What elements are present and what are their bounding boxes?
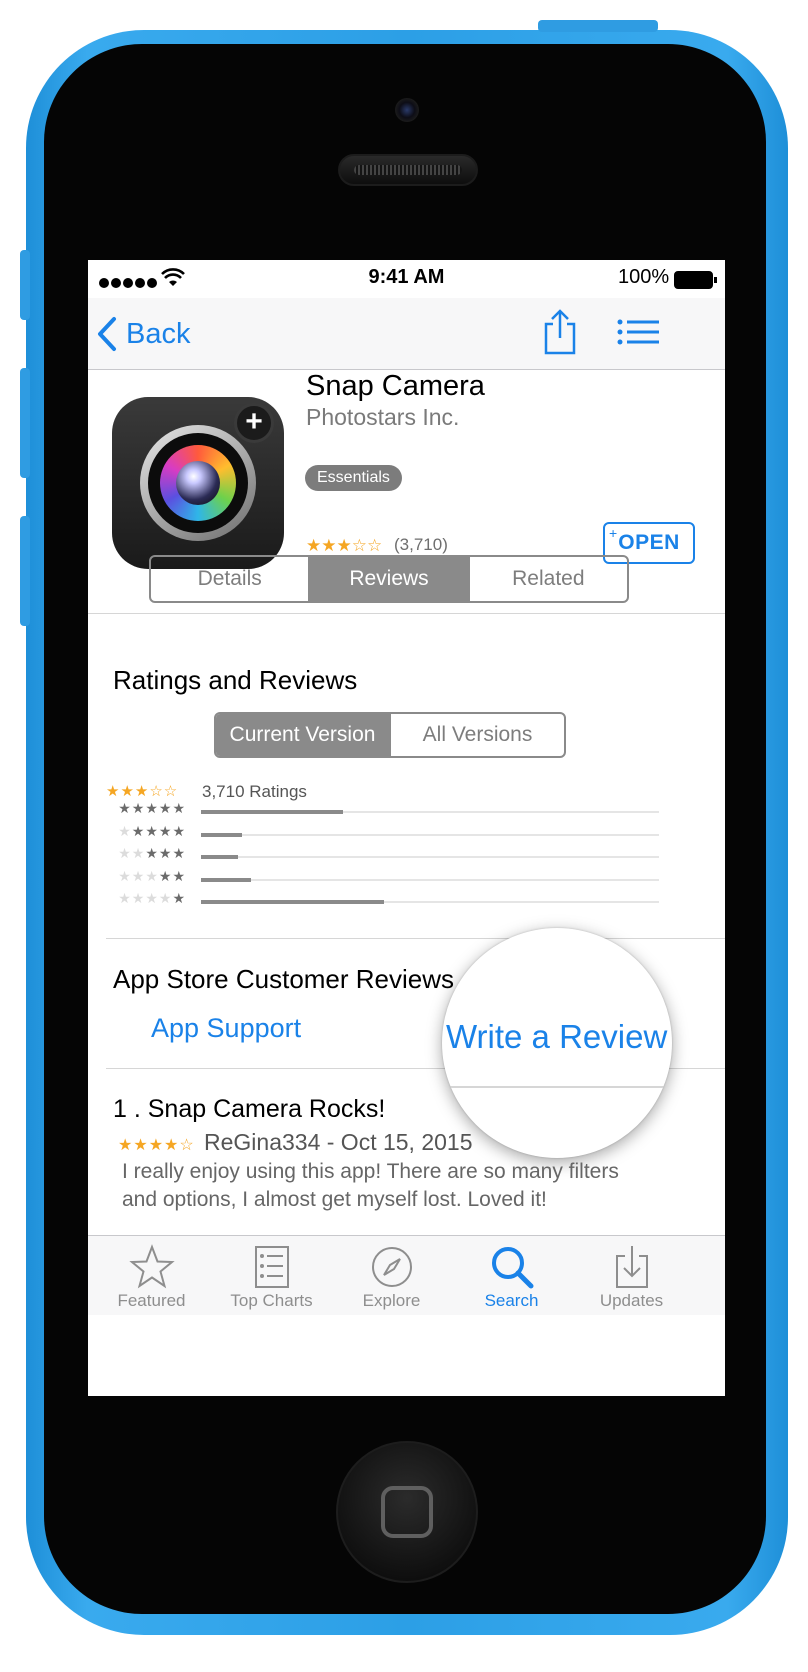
tab-search-label: Search [484,1291,539,1310]
battery-icon [674,270,718,296]
histogram-track [201,877,659,882]
tab-featured-label: Featured [117,1291,186,1310]
tab-bar: Featured Top Charts Explore Search Updat… [88,1235,725,1315]
tab-top-charts-label: Top Charts [230,1291,313,1310]
magnifier-divider [442,1086,672,1088]
app-rating-count: (3,710) [394,535,448,554]
customer-reviews-heading: App Store Customer Reviews [113,964,455,994]
back-button[interactable]: Back [96,312,206,356]
ratings-total: 3,710 Ratings [202,782,307,801]
write-review-button[interactable]: Write a Review [446,1018,672,1056]
tab-all-versions[interactable]: All Versions [389,714,564,756]
essentials-badge: Essentials [305,465,402,491]
ringer-switch [20,250,30,320]
tab-updates-label: Updates [599,1291,664,1310]
histogram-row-4-star: ★★★★★ [106,822,666,845]
histogram-row-1-star: ★★★★★ [106,890,666,912]
tab-updates[interactable]: Updates [568,1236,695,1316]
histogram-row-3-star: ★★★★★ [106,845,666,867]
histogram-bar [201,877,252,882]
histogram-track [201,810,659,814]
review-stars: ★★★★☆ [118,1137,195,1154]
overall-stars: ★★★☆☆ [106,783,179,800]
app-developer[interactable]: Photostars Inc. [306,404,459,431]
tab-top-charts[interactable]: Top Charts [208,1236,335,1316]
navigation-bar: Back [88,298,725,370]
back-label: Back [126,318,191,350]
download-icon [616,1246,648,1288]
review-body-line-1: I really enjoy using this app! There are… [122,1160,619,1183]
histogram-track [201,900,659,904]
tab-related[interactable]: Related [467,557,627,601]
star-icon [129,1244,175,1289]
histogram-row-5-star: ★★★★★ [106,800,666,822]
open-plus: + [609,525,618,541]
histogram-row-2-star: ★★★★★ [106,867,666,890]
tab-search[interactable]: Search [448,1236,575,1316]
review-author-date: ReGina334 - Oct 15, 2015 [204,1129,473,1155]
volume-down-button [20,516,30,626]
histogram-bar [201,810,343,814]
chevron-left-icon [98,317,116,351]
histogram-stars: ★★★★★ [118,890,186,906]
histogram-stars: ★★★★★ [118,845,186,861]
version-tabs: Current Version All Versions [214,712,566,758]
ratings-divider [106,938,725,939]
histogram-stars: ★★★★★ [118,822,186,839]
plus-icon: + [234,403,274,443]
histogram-stars: ★★★★★ [118,867,186,884]
histogram-track [201,855,659,859]
review-body-line-2: and options, I almost get myself lost. L… [122,1188,547,1211]
histogram-bar [201,832,243,837]
review-title: 1 . Snap Camera Rocks! [113,1095,386,1123]
list-menu-icon[interactable] [616,318,660,353]
histogram-bar [201,900,385,904]
write-review-magnifier: Write a Review [442,928,672,1158]
header-divider [88,613,725,614]
compass-icon [372,1247,412,1287]
status-bar: 9:41 AM 100% [88,260,725,298]
ratings-heading: Ratings and Reviews [113,665,358,695]
open-label: OPEN [618,531,680,554]
tab-featured[interactable]: Featured [88,1236,215,1316]
histogram-stars: ★★★★★ [118,800,186,816]
app-name: Snap Camera [306,370,485,402]
tab-reviews[interactable]: Reviews [308,557,468,601]
app-icon: + [112,397,284,569]
volume-up-button [20,368,30,478]
histogram-bar [201,855,238,859]
share-icon[interactable] [538,308,582,361]
tab-current-version[interactable]: Current Version [216,714,389,756]
detail-tabs: Details Reviews Related [149,555,629,603]
app-store-screen: 9:41 AM 100% Back + Snap Camera Photosta… [88,260,725,1396]
app-support-link[interactable]: App Support [151,1013,301,1044]
home-button[interactable] [336,1441,478,1583]
earpiece-speaker [338,154,478,186]
tab-explore-label: Explore [362,1291,421,1310]
histogram-track [201,832,659,837]
tab-details[interactable]: Details [151,557,308,601]
battery-percent: 100% [618,266,670,288]
list-icon [255,1246,289,1288]
power-button [538,20,658,32]
front-camera [395,98,419,122]
tab-explore[interactable]: Explore [328,1236,455,1316]
search-icon [492,1247,534,1289]
app-rating-stars: ★★★☆☆ [306,536,383,555]
